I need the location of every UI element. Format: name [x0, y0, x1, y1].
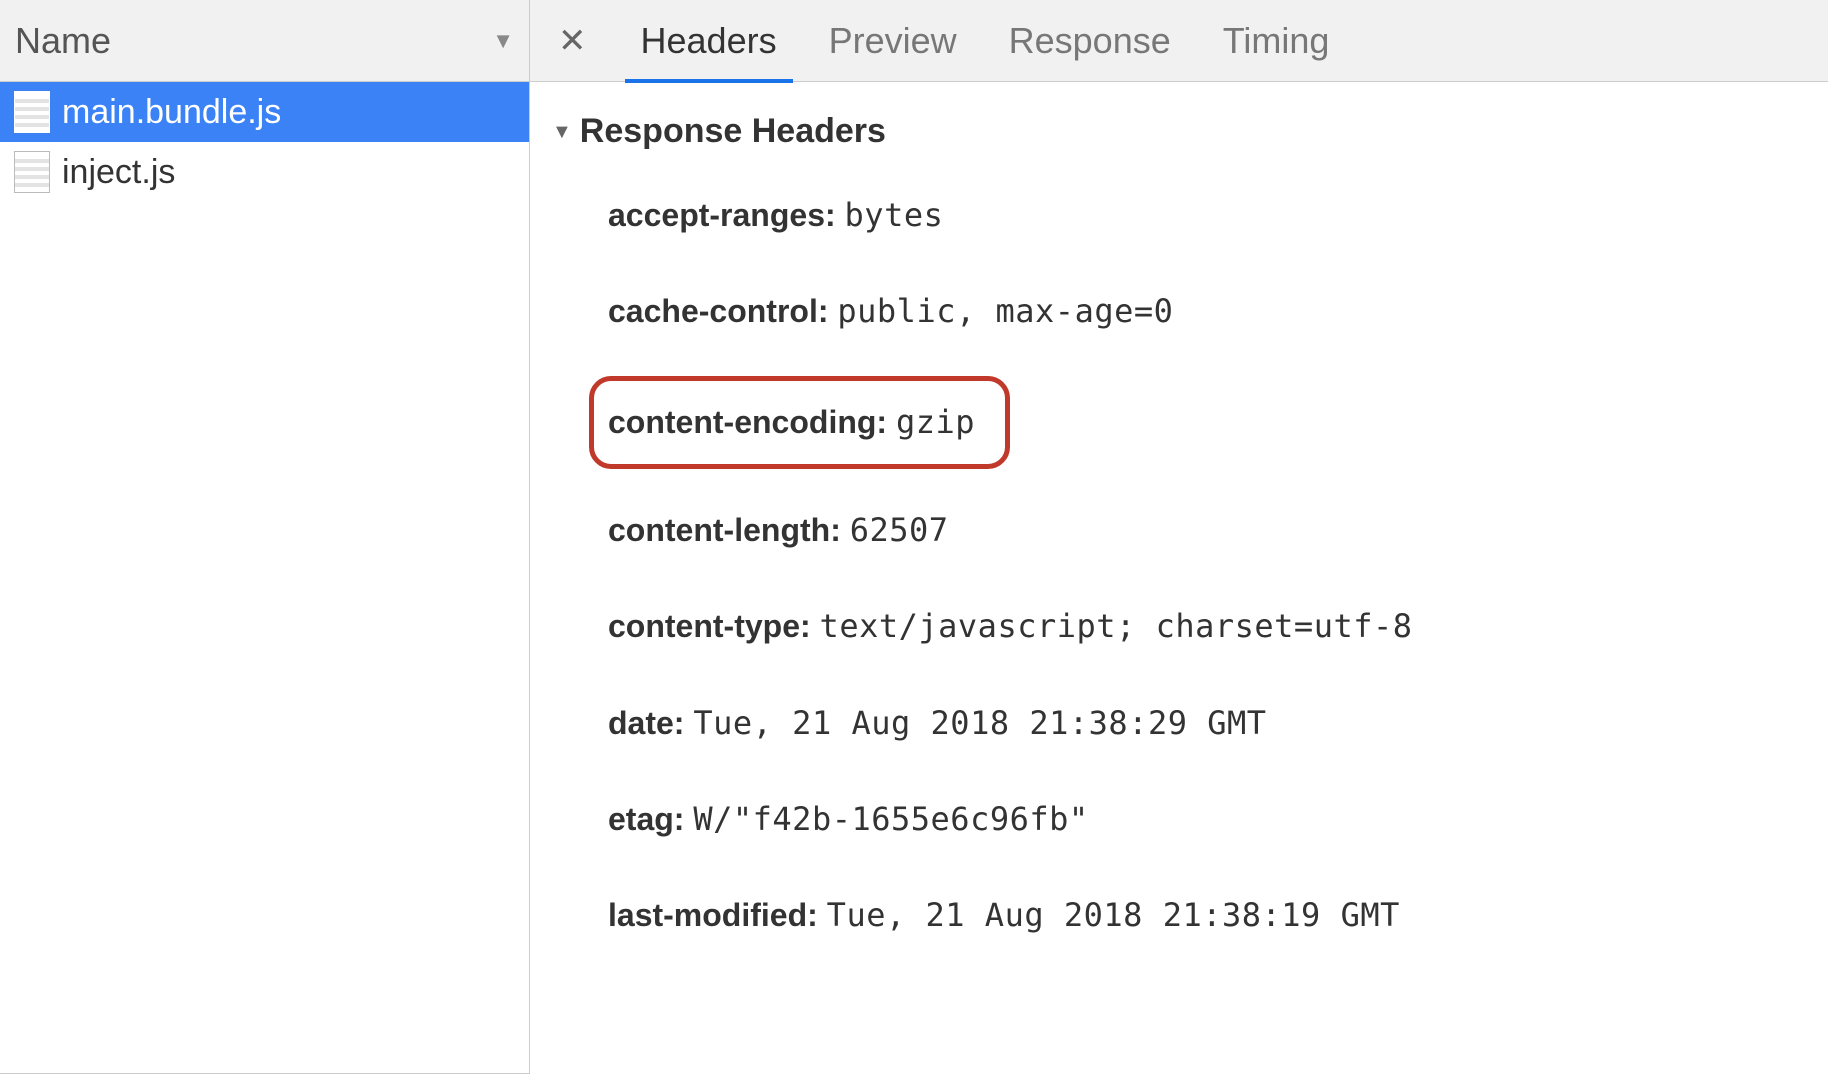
file-list: main.bundle.js inject.js — [0, 82, 529, 1074]
header-row: content-type: text/javascript; charset=u… — [608, 595, 1808, 657]
file-icon — [14, 151, 50, 193]
sort-indicator-icon: ▼ — [492, 28, 514, 54]
network-file-panel: Name ▼ main.bundle.js inject.js — [0, 0, 530, 1074]
tab-preview[interactable]: Preview — [803, 0, 983, 82]
header-value: 62507 — [850, 511, 949, 549]
file-name: main.bundle.js — [62, 93, 281, 132]
response-headers-title: Response Headers — [580, 108, 886, 156]
header-value: Tue, 21 Aug 2018 21:38:19 GMT — [827, 896, 1400, 934]
header-key: last-modified: — [608, 897, 818, 933]
header-key: content-type: — [608, 608, 811, 644]
name-column-title: Name — [15, 20, 111, 62]
close-icon[interactable]: ✕ — [548, 21, 597, 61]
header-key: etag: — [608, 801, 684, 837]
header-key: content-length: — [608, 512, 841, 548]
file-name: inject.js — [62, 153, 175, 192]
disclosure-triangle-icon[interactable]: ▼ — [552, 118, 572, 146]
header-value: W/"f42b-1655e6c96fb" — [693, 800, 1088, 838]
header-row: accept-ranges: bytes — [608, 184, 1808, 246]
header-value: Tue, 21 Aug 2018 21:38:29 GMT — [693, 704, 1266, 742]
response-headers-section-header[interactable]: ▼ Response Headers — [552, 108, 1808, 156]
tab-timing[interactable]: Timing — [1197, 0, 1356, 82]
file-item[interactable]: main.bundle.js — [0, 82, 529, 142]
file-item[interactable]: inject.js — [0, 142, 529, 202]
header-value: bytes — [845, 196, 944, 234]
header-value: gzip — [896, 403, 975, 441]
header-row: date: Tue, 21 Aug 2018 21:38:29 GMT — [608, 692, 1808, 754]
tab-response[interactable]: Response — [983, 0, 1197, 82]
highlighted-header: content-encoding: gzip — [589, 376, 1010, 468]
header-value: public, max-age=0 — [837, 292, 1173, 330]
header-row: content-length: 62507 — [608, 499, 1808, 561]
header-value: text/javascript; charset=utf-8 — [820, 607, 1413, 645]
response-headers-list: accept-ranges: bytes cache-control: publi… — [552, 184, 1808, 947]
header-row: cache-control: public, max-age=0 — [608, 280, 1808, 342]
details-tabs-bar: ✕ HeadersPreviewResponseTiming — [530, 0, 1828, 82]
tab-headers[interactable]: Headers — [615, 0, 803, 82]
header-row: etag: W/"f42b-1655e6c96fb" — [608, 788, 1808, 850]
details-panel: ✕ HeadersPreviewResponseTiming ▼ Respons… — [530, 0, 1828, 1074]
header-key: accept-ranges: — [608, 197, 836, 233]
header-key: cache-control: — [608, 293, 828, 329]
file-icon — [14, 91, 50, 133]
header-row: content-encoding: gzip — [608, 391, 975, 453]
headers-content: ▼ Response Headers accept-ranges: bytes c… — [530, 82, 1828, 1074]
name-column-header[interactable]: Name ▼ — [0, 0, 529, 82]
header-key: date: — [608, 705, 684, 741]
header-row: last-modified: Tue, 21 Aug 2018 21:38:19… — [608, 884, 1808, 946]
header-key: content-encoding: — [608, 404, 887, 440]
